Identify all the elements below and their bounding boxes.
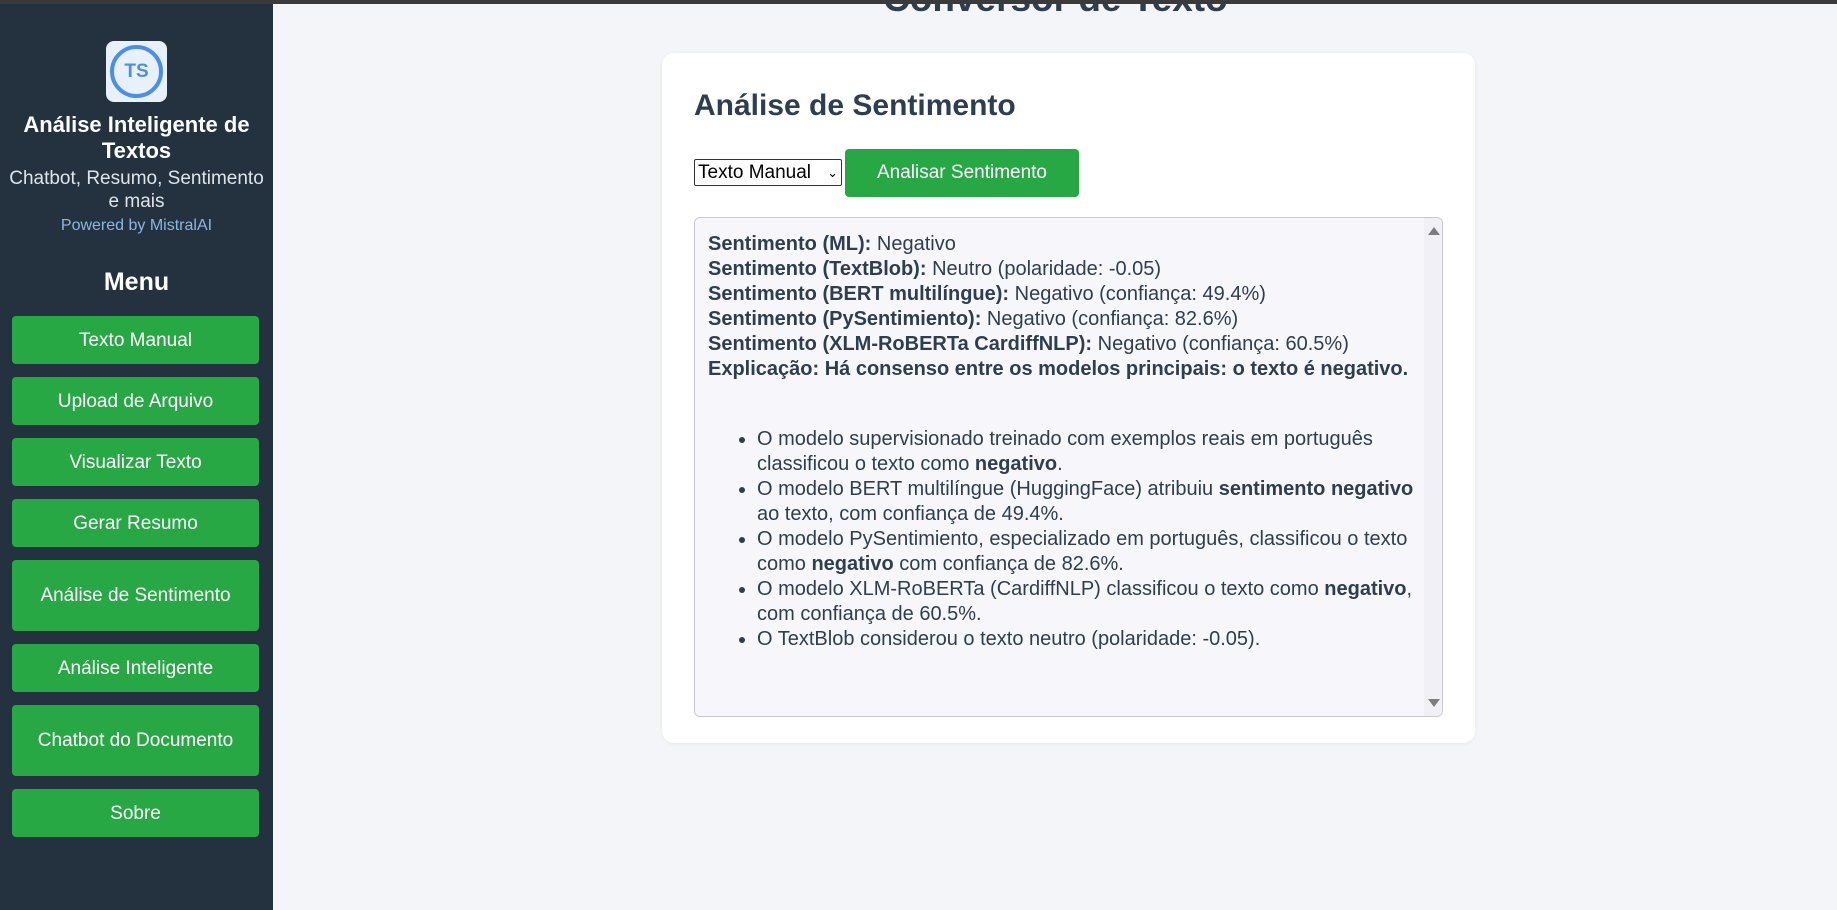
- sidebar-item-label: Upload de Arquivo: [57, 390, 214, 412]
- result-label: Sentimento (TextBlob):: [708, 258, 927, 280]
- explanation-list: O modelo supervisionado treinado com exe…: [757, 427, 1424, 652]
- list-item-text: O modelo supervisionado treinado com exe…: [757, 428, 1373, 475]
- list-item-text-end: .: [1057, 453, 1063, 475]
- sidebar-item-upload-de-arquivo[interactable]: Upload de Arquivo: [12, 377, 259, 425]
- sidebar-item-label: Visualizar Texto: [69, 451, 202, 473]
- result-value: Negativo: [876, 233, 956, 255]
- list-item: O modelo XLM-RoBERTa (CardiffNLP) classi…: [757, 577, 1424, 627]
- list-item-text: O TextBlob considerou o texto neutro (po…: [757, 628, 1261, 650]
- menu-title: Menu: [103, 268, 170, 296]
- list-item: O modelo PySentimiento, especializado em…: [757, 527, 1424, 577]
- sentiment-card: Análise de Sentimento Texto Manual ⌄ Ana…: [662, 53, 1475, 743]
- sidebar-item-visualizar-texto[interactable]: Visualizar Texto: [12, 438, 259, 486]
- result-scrollbar[interactable]: [1424, 218, 1442, 716]
- list-item-text-end: ao texto, com confiança de 49.4%.: [757, 503, 1064, 525]
- app-subtitle: Chatbot, Resumo, Sentimento e mais: [9, 168, 264, 212]
- list-item-emphasis: sentimento negativo: [1218, 478, 1414, 500]
- sidebar-item-label: Análise de Sentimento: [40, 585, 231, 606]
- card-title: Análise de Sentimento: [694, 89, 1016, 122]
- sidebar-item-texto-manual[interactable]: Texto Manual: [12, 316, 259, 364]
- result-line: Sentimento (ML): Negativo: [708, 232, 1424, 257]
- result-value: Neutro (polaridade: -0.05): [932, 258, 1162, 280]
- select-value: Texto Manual: [698, 161, 812, 183]
- sidebar-item-label: Texto Manual: [78, 329, 192, 351]
- result-line: Sentimento (TextBlob): Neutro (polaridad…: [708, 257, 1424, 282]
- powered-by-text: Powered by MistralAI: [60, 217, 213, 234]
- result-value: Negativo (confiança: 82.6%): [986, 308, 1239, 330]
- explanation-text: Explicação: Há consenso entre os modelos…: [708, 358, 1409, 380]
- result-label: Sentimento (PySentimiento):: [708, 308, 982, 330]
- result-label: Sentimento (XLM-RoBERTa CardiffNLP):: [708, 333, 1093, 355]
- chevron-down-icon: ⌄: [827, 165, 838, 180]
- result-label: Sentimento (BERT multilíngue):: [708, 283, 1010, 305]
- scroll-down-arrow-icon[interactable]: [1428, 699, 1440, 707]
- result-line: Sentimento (BERT multilíngue): Negativo …: [708, 282, 1424, 307]
- list-item-text: O modelo XLM-RoBERTa (CardiffNLP) classi…: [757, 578, 1325, 600]
- sidebar-item-label: Análise Inteligente: [57, 657, 214, 679]
- list-item-text-end: com confiança de 82.6%.: [893, 553, 1124, 575]
- result-line: Sentimento (PySentimiento): Negativo (co…: [708, 307, 1424, 332]
- result-line: Sentimento (XLM-RoBERTa CardiffNLP): Neg…: [708, 332, 1424, 357]
- app-logo: TS: [106, 41, 167, 102]
- list-item-emphasis: negativo: [974, 453, 1058, 475]
- list-item-emphasis: negativo: [811, 553, 894, 575]
- list-item-text: O modelo BERT multilíngue (HuggingFace) …: [757, 478, 1219, 500]
- result-value: Negativo (confiança: 60.5%): [1097, 333, 1349, 355]
- sidebar-item-label: Sobre: [110, 802, 161, 824]
- analyze-sentiment-button[interactable]: Analisar Sentimento: [845, 149, 1079, 197]
- list-item: O modelo supervisionado treinado com exe…: [757, 427, 1424, 477]
- result-value: Negativo (confiança: 49.4%): [1014, 283, 1266, 305]
- list-item: O TextBlob considerou o texto neutro (po…: [757, 627, 1424, 652]
- list-item-emphasis: negativo: [1324, 578, 1407, 600]
- explanation: Explicação: Há consenso entre os modelos…: [708, 357, 1424, 382]
- result-content: Sentimento (ML): Negativo Sentimento (Te…: [708, 232, 1424, 652]
- sidebar-item-label: Gerar Resumo: [73, 512, 198, 534]
- result-panel[interactable]: Sentimento (ML): Negativo Sentimento (Te…: [694, 217, 1443, 717]
- sidebar-item-sobre[interactable]: Sobre: [12, 789, 259, 837]
- app-title: Análise Inteligente de Textos: [23, 112, 250, 163]
- list-item: O modelo BERT multilíngue (HuggingFace) …: [757, 477, 1424, 527]
- sidebar: TS Análise Inteligente de Textos Chatbot…: [0, 0, 273, 910]
- scroll-up-arrow-icon[interactable]: [1428, 227, 1440, 235]
- sidebar-item-chatbot-do-documento[interactable]: Chatbot do Documento: [12, 705, 259, 776]
- text-source-select[interactable]: Texto Manual ⌄: [694, 159, 842, 186]
- result-label: Sentimento (ML):: [708, 233, 872, 255]
- sidebar-item-gerar-resumo[interactable]: Gerar Resumo: [12, 499, 259, 547]
- sidebar-item-label: Chatbot do Documento: [37, 730, 234, 751]
- sidebar-item-analise-inteligente[interactable]: Análise Inteligente: [12, 644, 259, 692]
- app-logo-text: TS: [124, 60, 149, 82]
- window-top-edge: [0, 0, 1837, 4]
- app-logo-ring: TS: [110, 45, 163, 98]
- sidebar-item-analise-de-sentimento[interactable]: Análise de Sentimento: [12, 560, 259, 631]
